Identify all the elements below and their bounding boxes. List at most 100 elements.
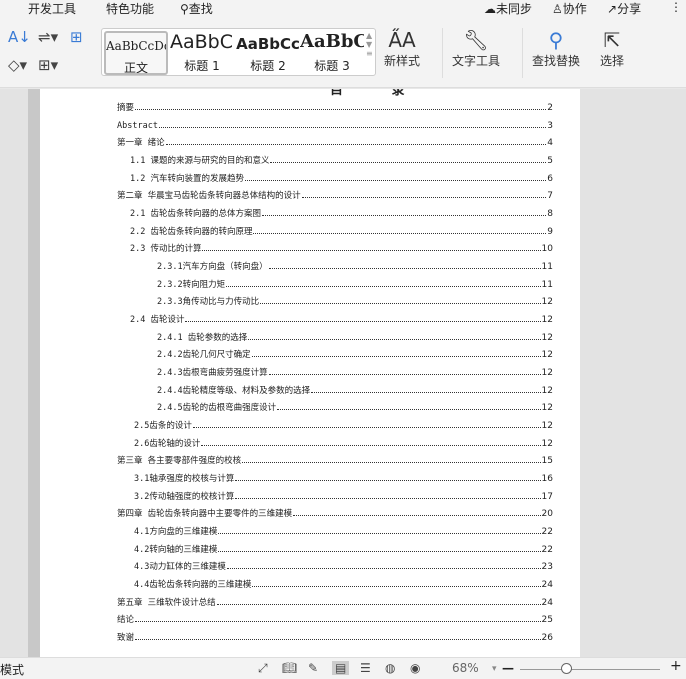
style-heading-1[interactable]: AaBbC(标题 1 — [170, 31, 234, 75]
new-style-button[interactable]: A̋A 新样式 — [384, 28, 420, 69]
toc-page-number: 12 — [541, 332, 553, 343]
search-icon: ⚲ — [180, 2, 189, 16]
zoom-level[interactable]: 68% — [452, 661, 479, 675]
toc-entry[interactable]: 第四章 齿轮齿条转向器中主要零件的三维建模 20 — [117, 507, 553, 519]
toc-entry[interactable]: 致谢 26 — [117, 631, 553, 643]
menu-special[interactable]: 特色功能 — [106, 0, 154, 17]
toc-entry[interactable]: 摘要 2 — [117, 101, 553, 113]
toc-entry-text: 4.3动力缸体的三维建模 — [134, 562, 226, 573]
toc-entry[interactable]: 4.4齿轮齿条转向器的三维建模 24 — [134, 578, 553, 590]
zoom-slider-handle[interactable] — [561, 663, 572, 674]
style-heading-2[interactable]: AaBbCc 标题 2 — [236, 31, 300, 75]
toc-page-number: 2 — [547, 103, 553, 113]
dot-leader — [277, 409, 541, 411]
toc-entry[interactable]: 第五章 三维软件设计总结 24 — [117, 596, 553, 608]
border-icon[interactable]: ⊞▾ — [38, 56, 58, 74]
toc-entry[interactable]: 3.2传动轴强度的校核计算 17 — [134, 490, 553, 502]
toc-page-number: 11 — [541, 262, 553, 273]
zoom-out-button[interactable]: — — [502, 661, 514, 675]
shading-icon[interactable]: ◇▾ — [8, 56, 27, 74]
zoom-dropdown-icon[interactable]: ▾ — [492, 664, 497, 674]
toc-page-number: 23 — [541, 562, 553, 573]
line-spacing-icon[interactable]: ⇌▾ — [38, 28, 58, 46]
toc-entry[interactable]: 4.1方向盘的三维建模 22 — [134, 525, 553, 537]
dot-leader — [301, 197, 547, 199]
toc-entry[interactable]: 1.2 汽车转向装置的发展趋势 6 — [130, 172, 553, 184]
toc-entry[interactable]: 第三章 各主要零部件强度的校核 15 — [117, 454, 553, 466]
toc-page-number: 12 — [541, 368, 553, 379]
toc-entry-text: 3.2传动轴强度的校核计算 — [134, 491, 235, 502]
edit-icon[interactable]: ✎ — [308, 661, 318, 675]
toc-entry[interactable]: 1.1 课题的来源与研究的目的和意义 5 — [130, 154, 553, 166]
toc-entry-text: 2.4.3齿根弯曲疲劳强度计算 — [157, 368, 268, 379]
share-button[interactable]: ↗分享 — [607, 0, 641, 17]
toc-entry[interactable]: 2.4.1 齿轮参数的选择 12 — [157, 331, 553, 343]
sync-button[interactable]: ☁未同步 — [484, 0, 532, 17]
dot-leader — [244, 179, 547, 181]
toc-entry[interactable]: 第一章 绪论 4 — [117, 136, 553, 148]
share-icon: ↗ — [607, 2, 618, 16]
zoom-in-button[interactable]: + — [670, 658, 682, 674]
style-heading-3[interactable]: AaBbC(标题 3 — [300, 31, 364, 75]
read-mode-icon[interactable]: 📖︎ — [282, 661, 297, 675]
table-icon[interactable]: ⊞ — [70, 28, 83, 46]
dot-leader — [202, 250, 541, 252]
toc-entry[interactable]: 4.3动力缸体的三维建模 23 — [134, 560, 553, 572]
fullscreen-icon[interactable]: ⤢ — [258, 661, 268, 676]
toc-page-number: 24 — [541, 580, 553, 591]
toc-entry[interactable]: 2.3.2转向阻力矩 11 — [157, 278, 553, 290]
page-view-icon[interactable]: ▤ — [332, 661, 350, 675]
web-view-icon[interactable]: ◍ — [385, 661, 395, 675]
zoom-slider[interactable] — [520, 669, 660, 670]
dot-leader — [293, 515, 541, 517]
dot-leader — [311, 391, 541, 393]
dot-leader — [251, 356, 541, 358]
toc-entry[interactable]: Abstract 3 — [117, 119, 553, 131]
eye-protect-icon[interactable]: ◉ — [410, 661, 420, 675]
collab-button[interactable]: ♙协作 — [552, 0, 587, 17]
toc-page-number: 17 — [541, 491, 553, 502]
toc-entry[interactable]: 2.3.3角传动比与力传动比 12 — [157, 295, 553, 307]
toc-entry[interactable]: 2.4.3齿根弯曲疲劳强度计算 12 — [157, 366, 553, 378]
toc-page-number: 3 — [547, 120, 553, 131]
toc-entry[interactable]: 结论 25 — [117, 613, 553, 625]
toc-entry[interactable]: 第二章 华晨宝马齿轮齿条转向器总体结构的设计 7 — [117, 189, 553, 201]
dot-leader — [185, 321, 541, 323]
text-tools-button[interactable]: 🔧︎ 文字工具 — [452, 28, 500, 69]
toc-entry-text: 2.6齿轮轴的设计 — [134, 438, 201, 449]
toc-entry-text: 摘要 — [117, 103, 135, 113]
toc-entry[interactable]: 2.4.5齿轮的齿根弯曲强度设计 12 — [157, 401, 553, 413]
style-normal[interactable]: AaBbCcDd 正文 — [104, 31, 168, 75]
toc-entry[interactable]: 2.2 齿轮齿条转向器的转向原理 9 — [130, 225, 553, 237]
toc-entry[interactable]: 2.4.2齿轮几何尺寸确定 12 — [157, 348, 553, 360]
menu-search[interactable]: ⚲查找 — [180, 0, 213, 17]
toc-entry[interactable]: 2.1 齿轮齿条转向器的总体方案图 8 — [130, 207, 553, 219]
toc-page-number: 22 — [541, 527, 553, 538]
dot-leader — [235, 497, 541, 499]
toc-entry[interactable]: 2.5齿条的设计 12 — [134, 419, 553, 431]
dot-leader — [192, 427, 541, 429]
toc-entry-text: 结论 — [117, 615, 135, 626]
toc-entry[interactable]: 2.4 齿轮设计 12 — [130, 313, 553, 325]
find-replace-button[interactable]: ⚲ 查找替换 — [532, 28, 580, 69]
menu-dev-tools[interactable]: 开发工具 — [28, 0, 76, 17]
toc-entry-text: 3.1轴承强度的校核与计算 — [134, 474, 235, 485]
toc-entry[interactable]: 3.1轴承强度的校核与计算 16 — [134, 472, 553, 484]
toc-entry-text: 2.4.5齿轮的齿根弯曲强度设计 — [157, 403, 277, 414]
sort-icon[interactable]: A↓ — [8, 28, 31, 46]
outline-icon[interactable]: ☰ — [360, 661, 371, 675]
toc-entry[interactable]: 2.4.4齿轮精度等级、材料及参数的选择 12 — [157, 384, 553, 396]
toc-entry[interactable]: 4.2转向轴的三维建模 22 — [134, 543, 553, 555]
toc-page-number: 12 — [541, 350, 553, 361]
toc-entry[interactable]: 2.6齿轮轴的设计 12 — [134, 437, 553, 449]
toc-entry-text: 2.3.2转向阻力矩 — [157, 279, 226, 290]
dot-leader — [253, 232, 547, 234]
more-icon[interactable]: ⋮ — [670, 0, 682, 14]
toc-entry[interactable]: 2.3.1汽车方向盘（转向盘） 11 — [157, 260, 553, 272]
select-button[interactable]: ⇱ 选择 — [600, 28, 624, 69]
toc-entry-text: 第四章 齿轮齿条转向器中主要零件的三维建模 — [117, 509, 293, 520]
gallery-scroll[interactable]: ▲ ▼ ≡ — [366, 31, 373, 58]
mode-label: 模式 — [0, 663, 25, 677]
magnifier-icon: ⚲ — [548, 28, 564, 52]
toc-entry[interactable]: 2.3 传动比的计算 10 — [130, 242, 553, 254]
